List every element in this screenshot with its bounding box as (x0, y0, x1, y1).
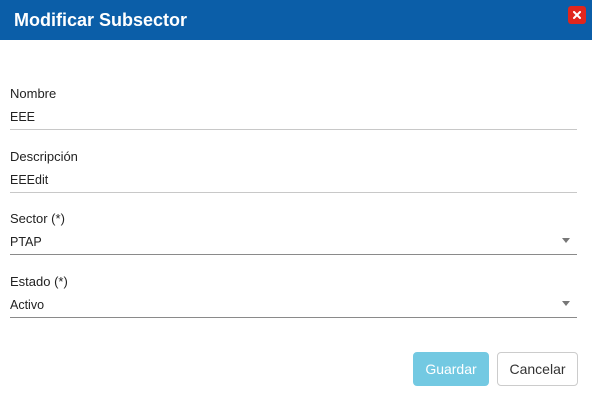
caret-down-icon[interactable] (562, 238, 570, 243)
estado-selected-value[interactable]: Activo (10, 297, 550, 313)
nombre-input[interactable]: EEE (10, 109, 550, 125)
dialog-title: Modificar Subsector (14, 10, 188, 30)
close-button[interactable] (568, 6, 586, 24)
nombre-underline (10, 129, 577, 130)
save-button[interactable]: Guardar (413, 352, 489, 386)
descripcion-input[interactable]: EEEdit (10, 172, 550, 188)
sector-label: Sector (*) (10, 211, 65, 226)
estado-label: Estado (*) (10, 274, 68, 289)
modify-subsector-dialog: Modificar Subsector Nombre EEE Descripci… (0, 0, 592, 400)
estado-underline (10, 317, 577, 318)
descripcion-label: Descripción (10, 149, 78, 164)
descripcion-underline (10, 192, 577, 193)
close-icon (573, 11, 581, 19)
dialog-titlebar: Modificar Subsector (0, 0, 592, 40)
nombre-label: Nombre (10, 86, 57, 101)
sector-underline (10, 254, 577, 255)
sector-selected-value[interactable]: PTAP (10, 234, 550, 250)
cancel-button[interactable]: Cancelar (497, 352, 578, 386)
caret-down-icon[interactable] (562, 301, 570, 306)
